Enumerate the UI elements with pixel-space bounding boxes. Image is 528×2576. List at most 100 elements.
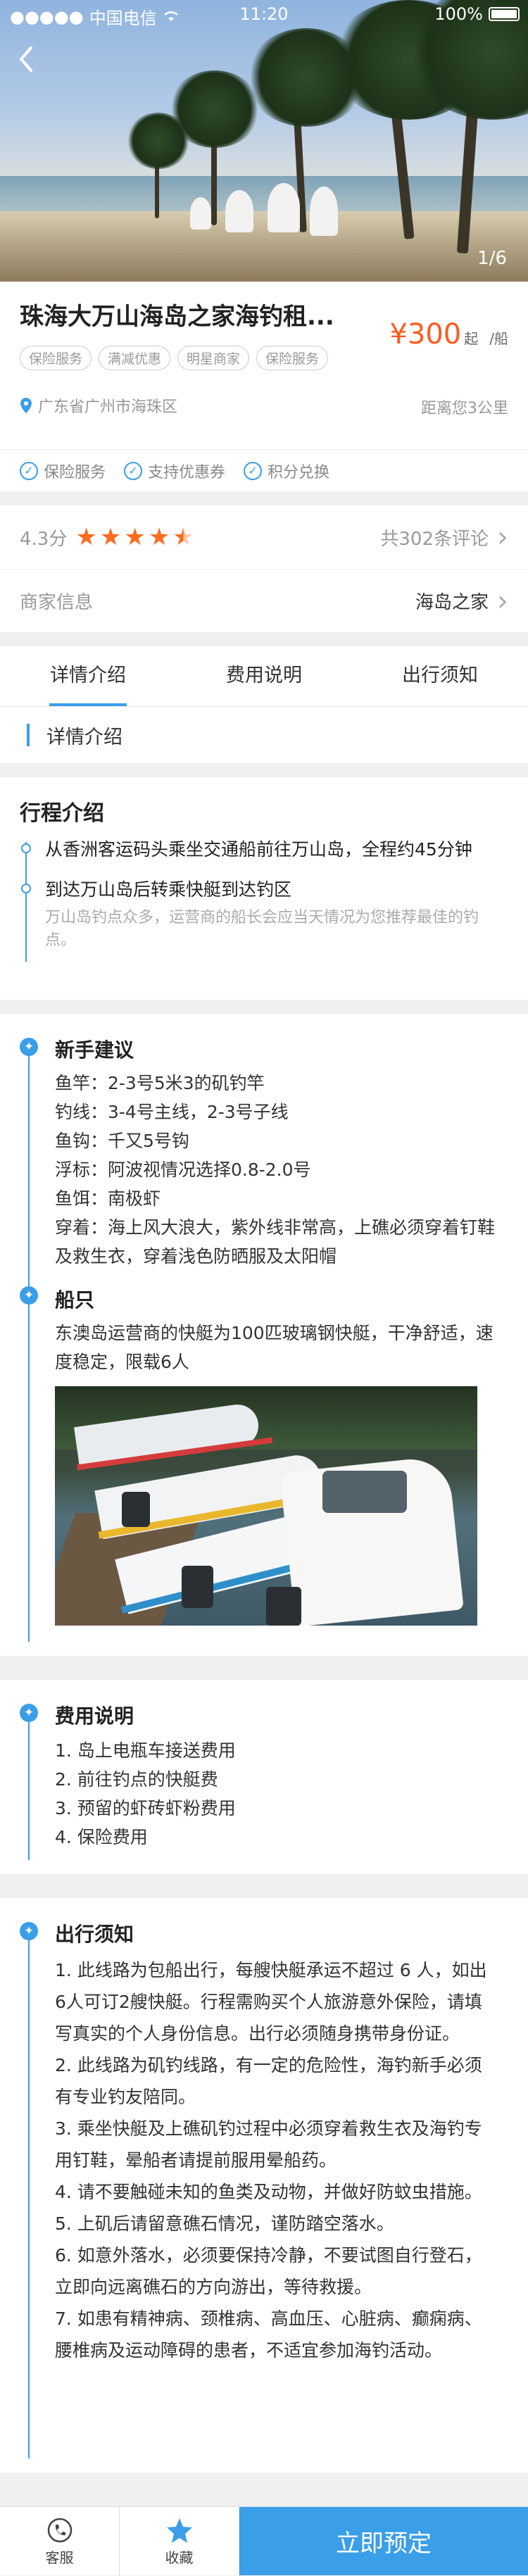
boat-title: 船只 [55,1288,95,1312]
hero-beach [0,211,528,282]
battery-icon [489,7,520,21]
boat-photo[interactable] [55,1386,477,1626]
service-row: ✓ 保险服务 ✓ 支持优惠券 ✓ 积分兑换 [0,449,528,491]
notice-item: 1. 此线路为包船出行，每艘快艇承运不超过 6 人，如出6人可订2艘快艇。行程需… [55,1960,487,2044]
location[interactable]: 广东省广州市海珠区 [20,394,177,417]
star-icon: ★ [124,523,146,551]
notice-item: 6. 如意外落水，必须要保持冷静，不要试图自行登石，立即向远离礁石的方向游出，等… [55,2245,482,2297]
fee-item: 4. 保险费用 [55,1827,148,1847]
timeline-dot [21,884,31,893]
outboard-motor [122,1492,150,1527]
notice-item: 3. 乘坐快艇及上礁矶钓过程中必须穿着救生衣及海钓专用钉鞋，晕船者请提前服用晕船… [55,2118,482,2170]
timeline-line [28,1711,30,1860]
half-star-icon: ★ [172,523,194,551]
notice-item: 7. 如患有精神病、颈椎病、高血压、心脏病、癫痫病、腰椎病及运动障碍的患者，不适… [55,2308,482,2361]
tip-line: 鱼饵：南极虾 [55,1188,161,1209]
merchant-name: 海岛之家 [415,592,489,613]
itinerary-text: 从香洲客运码头乘坐交通船前往万山岛，全程约45分钟 [45,839,472,860]
tag: 保险服务 [256,346,329,370]
itinerary-title: 行程介绍 [20,801,104,826]
fees-section: ✦ 费用说明 1. 岛上电瓶车接送费用 2. 前往钓点的快艇费 3. 预留的虾砖… [0,1680,528,1874]
merchant-label: 商家信息 [20,592,94,613]
product-summary: 珠海大万山海岛之家海钓租... ¥300 起/船 保险服务 满减优惠 明星商家 保… [0,282,528,449]
customer-service-button[interactable]: 客服 [0,2507,120,2576]
tips-list: 鱼竿：2-3号5米3的矶钓竿 钓线：3-4号主线，2-3号子线 鱼钩：千又5号钩… [20,1069,508,1271]
notice-item: 2. 此线路为矶钓线路，有一定的危险性，海钓新手必须有专业钓友陪同。 [55,2055,482,2107]
location-pin-icon [20,398,32,413]
timeline-line [28,1929,30,2458]
check-circle-icon: ✓ [20,461,38,480]
timeline-dot [21,843,31,853]
service-label: 支持优惠券 [148,463,226,482]
phone-icon [47,2518,72,2542]
globe-icon: ✦ [20,1922,38,1940]
review-count: 共302条评论 [380,528,489,550]
product-title: 珠海大万山海岛之家海钓租... [20,303,334,331]
fees-list: 1. 岛上电瓶车接送费用 2. 前往钓点的快艇费 3. 预留的虾砖虾粉费用 4.… [20,1736,508,1852]
location-text: 广东省广州市海珠区 [38,398,178,416]
tips-section: ✦ 新手建议 鱼竿：2-3号5米3的矶钓竿 钓线：3-4号主线，2-3号子线 鱼… [0,1014,528,1656]
tip-line: 鱼竿：2-3号5米3的矶钓竿 [55,1073,265,1093]
service-item: ✓ 积分兑换 [244,460,329,482]
distance: 距离您3公里 [421,400,508,417]
chevron-right-icon: › [497,521,508,553]
notice-section: ✦ 出行须知 1. 此线路为包船出行，每艘快艇承运不超过 6 人，如出6人可订2… [0,1898,528,2473]
service-item: ✓ 支持优惠券 [124,460,225,482]
price-value: ¥300 [389,318,462,351]
bottom-action-bar: 客服 收藏 立即预定 [0,2506,528,2576]
reviews-link[interactable]: 共302条评论 › [380,523,508,551]
itinerary-item: 从香洲客运码头乘坐交通船前往万山岛，全程约45分钟 [20,836,508,862]
star-icon: ★ [148,523,170,551]
tag: 满减优惠 [99,346,171,370]
tab-fees[interactable]: 费用说明 [176,646,352,706]
tips-title: 新手建议 [55,1038,134,1062]
rating-score: 4.3分 [20,528,68,550]
hero-image[interactable]: ●●●●● 中国电信 11:20 100% 1/6 [0,0,528,282]
status-right: 100% [434,4,520,24]
battery-label: 100% [434,4,483,24]
fee-item: 3. 预留的虾砖虾粉费用 [55,1798,236,1818]
palm-foliage [127,113,190,169]
status-bar: ●●●●● 中国电信 11:20 100% [0,0,528,28]
notice-item: 5. 上矶后请留意礁石情况，谨防踏空落水。 [55,2213,394,2234]
beach-umbrella [225,190,253,232]
rating-row[interactable]: 4.3分 ★ ★ ★ ★ ★ 共302条评论 › [0,505,528,569]
detail-tabs: 详情介绍 费用说明 出行须知 [0,646,528,707]
palm-foliage [246,28,366,127]
chevron-left-icon [19,46,32,72]
tip-line: 浮标：阿波视情况选择0.8-2.0号 [55,1160,311,1180]
tab-details[interactable]: 详情介绍 [0,646,176,706]
favorite-label: 收藏 [165,2549,194,2566]
check-circle-icon: ✓ [244,461,263,480]
price: ¥300 起/船 [389,318,508,351]
merchant-row[interactable]: 商家信息 海岛之家 › [0,569,528,632]
tip-line: 鱼钩：千又5号钩 [55,1131,189,1151]
itinerary-note: 万山岛钓点众多，运营商的船长会应当天情况为您推荐最佳的钓点。 [45,909,479,949]
beach-umbrella [310,187,338,236]
fees-title: 费用说明 [55,1704,134,1728]
itinerary-text: 到达万山岛后转乘快艇到达钓区 [45,879,292,900]
image-pager: 1/6 [477,248,507,269]
boat-block: ✦ 船只 东澳岛运营商的快艇为100匹玻璃钢快艇，干净舒适，速度稳定，限载6人 [20,1285,508,1626]
price-from: 起 [464,330,479,347]
price-unit: /船 [489,330,508,347]
tag: 明星商家 [177,346,250,370]
service-item: ✓ 保险服务 [20,460,106,482]
tab-notice[interactable]: 出行须知 [352,646,528,706]
favorite-button[interactable]: 收藏 [120,2507,239,2576]
merchant-link[interactable]: 海岛之家 › [415,587,508,615]
beach-umbrella [268,183,300,232]
back-button[interactable] [13,42,41,76]
fee-item: 2. 前往钓点的快艇费 [55,1769,218,1790]
globe-icon: ✦ [20,1704,38,1722]
subheading-text: 详情介绍 [46,726,122,748]
itinerary-section: 行程介绍 从香洲客运码头乘坐交通船前往万山岛，全程约45分钟 到达万山岛后转乘快… [0,777,528,1000]
star-icon: ★ [75,523,97,551]
outboard-motor [266,1587,301,1626]
book-now-button[interactable]: 立即预定 [239,2507,528,2575]
globe-icon: ✦ [20,1038,38,1056]
star-icon: ★ [99,523,122,551]
tag: 保险服务 [20,346,92,370]
beach-umbrella [190,197,211,230]
service-label: 保险服务 [44,463,106,482]
